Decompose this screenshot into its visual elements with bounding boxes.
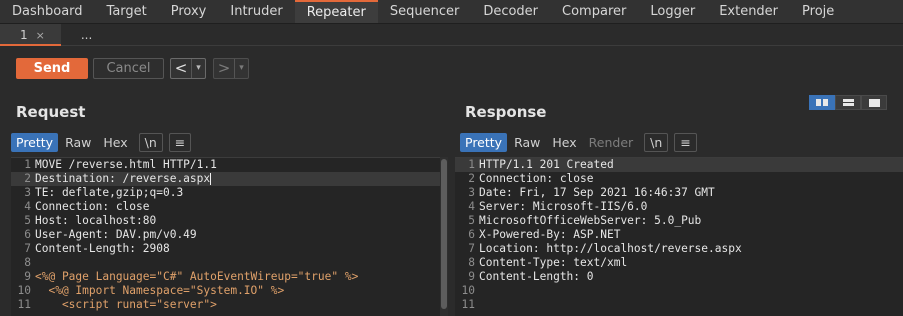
response-line: 7 Location: http://localhost/reverse.aspx bbox=[468, 242, 742, 255]
request-line: 7 Content-Length: 2908 bbox=[24, 242, 170, 255]
request-scrollbar[interactable] bbox=[440, 157, 448, 316]
response-line: 10 bbox=[461, 284, 475, 297]
request-menu-icon[interactable]: ≡ bbox=[168, 133, 192, 152]
request-editor[interactable]: 1 MOVE /reverse.html HTTP/1.1 2 Destinatio… bbox=[11, 157, 448, 316]
response-tab-render[interactable]: Render bbox=[584, 133, 639, 152]
response-tab-hex[interactable]: Hex bbox=[547, 133, 581, 152]
repeater-tab-bar: 1 × ... bbox=[0, 24, 903, 46]
rows-icon bbox=[842, 99, 854, 106]
pane-splitter[interactable] bbox=[448, 152, 454, 316]
chevron-down-icon[interactable]: ▾ bbox=[234, 59, 248, 78]
tab-extender[interactable]: Extender bbox=[707, 0, 790, 23]
request-newline-toggle[interactable]: \n bbox=[138, 133, 163, 152]
request-line: 9 <%@ Page Language="C#" AutoEventWireup=… bbox=[24, 270, 359, 283]
response-line: 6 X-Powered-By: ASP.NET bbox=[468, 228, 621, 241]
chevron-left-icon: < bbox=[174, 59, 188, 77]
request-scrollbar-thumb[interactable] bbox=[441, 159, 447, 309]
response-menu-icon[interactable]: ≡ bbox=[674, 133, 697, 152]
request-title: Request bbox=[16, 103, 86, 121]
tab-sequencer[interactable]: Sequencer bbox=[378, 0, 471, 23]
tab-target[interactable]: Target bbox=[95, 0, 159, 23]
request-line: 5 Host: localhost:80 bbox=[24, 214, 157, 227]
request-line: 1 MOVE /reverse.html HTTP/1.1 bbox=[24, 158, 217, 171]
request-tab-pretty[interactable]: Pretty bbox=[11, 133, 59, 152]
chevron-down-icon[interactable]: ▾ bbox=[191, 59, 205, 78]
text-cursor bbox=[210, 173, 212, 185]
request-line: 8 bbox=[24, 256, 31, 269]
main-tab-bar: Dashboard Target Proxy Intruder Repeater… bbox=[0, 0, 903, 24]
layout-stacked-button[interactable] bbox=[835, 95, 861, 110]
layout-toggle-group bbox=[809, 95, 887, 110]
response-line: 2 Connection: close bbox=[468, 172, 594, 185]
response-view-tabs: Pretty Raw Hex Render \n ≡ bbox=[460, 133, 699, 152]
tab-decoder[interactable]: Decoder bbox=[471, 0, 550, 23]
response-line: 1 HTTP/1.1 201 Created bbox=[455, 158, 903, 172]
layout-tabs-button[interactable] bbox=[861, 95, 887, 110]
response-line: 8 Content-Type: text/xml bbox=[468, 256, 628, 269]
history-forward-button[interactable]: > ▾ bbox=[213, 58, 249, 79]
request-view-tabs: Pretty Raw Hex \n ≡ bbox=[11, 133, 193, 152]
layout-side-by-side-button[interactable] bbox=[809, 95, 835, 110]
tab-project[interactable]: Proje bbox=[790, 0, 846, 23]
response-line: 9 Content-Length: 0 bbox=[468, 270, 594, 283]
tab-intruder[interactable]: Intruder bbox=[218, 0, 294, 23]
response-newline-toggle[interactable]: \n bbox=[644, 133, 669, 152]
response-line: 4 Server: Microsoft-IIS/6.0 bbox=[468, 200, 648, 213]
tab-comparer[interactable]: Comparer bbox=[550, 0, 638, 23]
close-icon[interactable]: × bbox=[36, 29, 45, 42]
tab-logger[interactable]: Logger bbox=[638, 0, 707, 23]
request-tab-raw[interactable]: Raw bbox=[60, 133, 96, 152]
response-line: 5 MicrosoftOfficeWebServer: 5.0_Pub bbox=[468, 214, 702, 227]
tab-repeater[interactable]: Repeater bbox=[294, 0, 378, 23]
request-line: 4 Connection: close bbox=[24, 200, 150, 213]
chevron-right-icon: > bbox=[217, 59, 231, 77]
request-line: 10 <%@ Import Namespace="System.IO" %> bbox=[17, 284, 285, 297]
send-button[interactable]: Send bbox=[16, 58, 88, 79]
repeater-tab-1-label: 1 bbox=[20, 28, 28, 42]
response-editor[interactable]: 1 HTTP/1.1 201 Created 2 Connection: close… bbox=[455, 157, 903, 316]
response-line: 11 bbox=[461, 298, 475, 311]
response-line: 3 Date: Fri, 17 Sep 2021 16:46:37 GMT bbox=[468, 186, 715, 199]
square-icon bbox=[868, 98, 880, 107]
request-line: 6 User-Agent: DAV.pm/v0.49 bbox=[24, 228, 197, 241]
repeater-tab-1[interactable]: 1 × bbox=[0, 24, 61, 46]
new-tab-button[interactable]: ... bbox=[61, 24, 108, 46]
tab-dashboard[interactable]: Dashboard bbox=[0, 0, 95, 23]
tab-proxy[interactable]: Proxy bbox=[159, 0, 219, 23]
request-line: 3 TE: deflate,gzip;q=0.3 bbox=[24, 186, 184, 199]
request-tab-hex[interactable]: Hex bbox=[98, 133, 132, 152]
response-title: Response bbox=[465, 103, 547, 121]
history-back-button[interactable]: < ▾ bbox=[170, 58, 206, 79]
columns-icon bbox=[816, 99, 828, 106]
response-tab-raw[interactable]: Raw bbox=[509, 133, 545, 152]
request-line: 2 Destination: /reverse.aspx bbox=[11, 172, 448, 186]
response-tab-pretty[interactable]: Pretty bbox=[460, 133, 508, 152]
request-line: 11 <script runat="server"> bbox=[17, 298, 217, 311]
cancel-button[interactable]: Cancel bbox=[93, 58, 164, 79]
